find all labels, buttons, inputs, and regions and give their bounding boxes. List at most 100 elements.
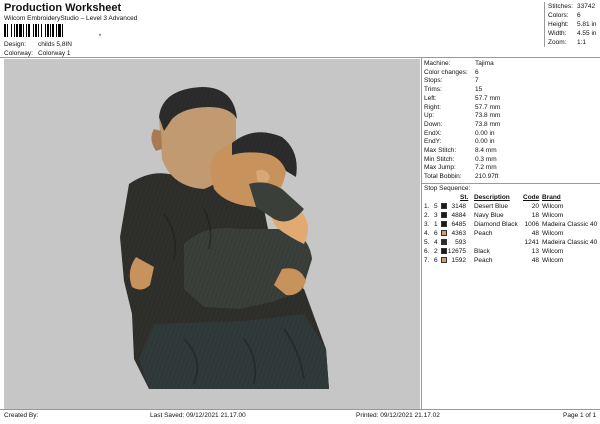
header-brand: Brand [542, 194, 561, 201]
thread-description: Desert Blue [474, 203, 508, 210]
height-label: Height: [548, 21, 569, 28]
machine-info-row: EndX: 0.00 in [424, 130, 495, 137]
machine-info-row: Max Stitch: 8.4 mm [424, 147, 497, 154]
machine-info-row: Down: 73.8 mm [424, 121, 500, 128]
zoom-row: Zoom: 1:1 [548, 39, 586, 46]
thread-code: 48 [531, 230, 539, 237]
colorway-row: Colorway: Colorway 1 [4, 50, 71, 57]
machine-info-row: EndY: 0.00 in [424, 138, 495, 145]
thread-code: 13 [531, 248, 539, 255]
thread-description: Peach [474, 257, 493, 264]
machine-info-label: EndX: [424, 129, 442, 137]
machine-info-label: Down: [424, 120, 443, 128]
header-description: Description [474, 194, 510, 201]
design-preview [4, 59, 420, 409]
last-saved-value: 09/12/2021 21.17.00 [186, 412, 246, 419]
thread-brand: Madeira Classic 40 [542, 239, 598, 246]
design-summary: Stitches: 33742 Colors: 6 Height: 5.81 in W… [544, 2, 600, 47]
machine-info-label: Left: [424, 94, 437, 102]
machine-info-label: EndY: [424, 138, 442, 146]
stitch-count: 3148 [451, 203, 466, 210]
machine-info-value: 7 [475, 77, 479, 85]
machine-info-value: 15 [475, 86, 483, 94]
machine-info-label: Right: [424, 103, 441, 111]
barcode [4, 24, 102, 37]
page-number: Page 1 of 1 [563, 412, 597, 419]
machine-info-row: Color changes: 6 [424, 69, 479, 76]
machine-info-label: Max Stitch: [424, 147, 457, 154]
colors-row: Colors: 6 [548, 12, 581, 19]
machine-info-value: Tajima [475, 60, 494, 67]
thread-brand: Madeira Classic 40 [542, 221, 598, 228]
machine-info-value: 57.7 mm [475, 94, 501, 102]
info-divider [421, 183, 600, 184]
zoom-label: Zoom: [548, 39, 567, 46]
printed-label: Printed: [356, 412, 379, 419]
stitch-count: 4884 [451, 212, 466, 219]
stitch-count: 1592 [451, 257, 466, 264]
stitches-value: 33742 [577, 3, 596, 10]
thread-description: Peach [474, 230, 493, 237]
design-row: Design: childs 5,8IN [4, 41, 72, 48]
printed-value: 09/12/2021 21.17.02 [380, 412, 440, 419]
machine-info-label: Machine: [424, 60, 451, 67]
header-divider [0, 57, 600, 58]
machine-info-value: 57.7 mm [475, 103, 501, 111]
colors-value: 6 [577, 12, 581, 19]
stitch-count: 593 [455, 239, 466, 246]
color-number: 6 [434, 230, 438, 237]
thread-color-swatch [441, 221, 447, 227]
thread-brand: Wilcom [542, 257, 564, 264]
stop-number: 4. [424, 230, 430, 237]
stitches-row: Stitches: 33742 [548, 3, 595, 10]
colors-label: Colors: [548, 12, 569, 19]
color-number: 3 [434, 212, 438, 219]
thread-color-swatch [441, 239, 447, 245]
thread-description: Diamond Black [474, 221, 518, 228]
color-number: 5 [434, 203, 438, 210]
machine-info-value: 7.2 mm [475, 164, 497, 172]
zoom-value: 1:1 [577, 39, 587, 46]
thread-brand: Wilcom [542, 203, 564, 210]
machine-info-value: 73.8 mm [475, 112, 501, 120]
machine-info-value: 0.00 in [475, 138, 495, 146]
color-number: 4 [434, 239, 438, 246]
color-number: 1 [434, 221, 438, 228]
stop-number: 6. [424, 248, 430, 255]
color-number: 2 [434, 248, 438, 255]
footer-divider [0, 409, 600, 410]
stop-number: 7. [424, 257, 430, 264]
thread-brand: Wilcom [542, 248, 564, 255]
thread-code: 1241 [524, 239, 539, 246]
height-row: Height: 5.81 in [548, 21, 597, 28]
thread-color-swatch [441, 212, 447, 218]
worksheet-title: Production Worksheet [4, 2, 122, 14]
stop-number: 3. [424, 221, 430, 228]
machine-info-label: Up: [424, 112, 435, 120]
width-value: 4.55 in [577, 30, 597, 37]
thread-color-swatch [441, 203, 447, 209]
machine-info-value: 6 [475, 68, 479, 76]
machine-info-row: Total Bobbin: 210.97ft [424, 173, 499, 180]
barcode-glyph: , [99, 30, 101, 37]
thread-description: Navy Blue [474, 212, 504, 219]
machine-info-row: Machine: Tajima [424, 60, 494, 67]
machine-info-value: 210.97ft [475, 173, 499, 181]
machine-info-row: Right: 57.7 mm [424, 104, 500, 111]
last-saved-label: Last Saved: [150, 412, 185, 419]
last-saved: Last Saved: 09/12/2021 21.17.00 [150, 412, 246, 419]
machine-info-row: Min Stitch: 0.3 mm [424, 156, 497, 163]
machine-info-row: Max Jump: 7.2 mm [424, 164, 497, 171]
color-number: 6 [434, 257, 438, 264]
embroidery-artwork [120, 87, 329, 389]
machine-info-value: 8.4 mm [475, 147, 497, 154]
machine-info-value: 0.00 in [475, 129, 495, 137]
thread-brand: Wilcom [542, 212, 564, 219]
machine-info-row: Left: 57.7 mm [424, 95, 500, 102]
thread-description: Black [474, 248, 490, 255]
machine-info-value: 0.3 mm [475, 155, 497, 163]
stitches-label: Stitches: [548, 3, 573, 10]
thread-code: 1006 [524, 221, 539, 228]
machine-info-label: Total Bobbin: [424, 173, 462, 181]
design-label: Design: [4, 41, 27, 48]
